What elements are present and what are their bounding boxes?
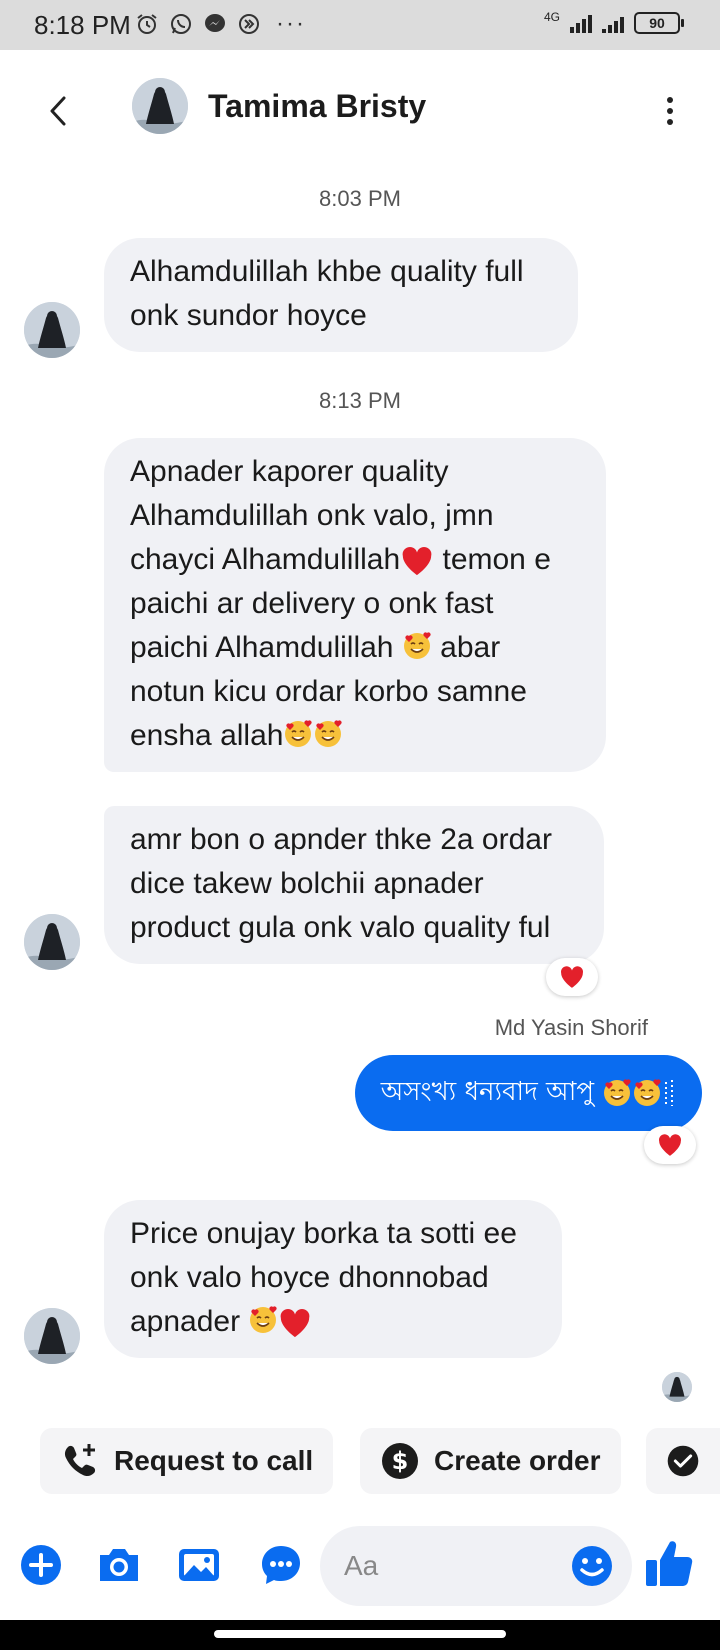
sender-avatar[interactable] <box>24 1308 80 1364</box>
svg-text:$: $ <box>392 1447 409 1475</box>
chevron-left-icon <box>50 96 66 126</box>
smiley-icon <box>572 1546 612 1586</box>
thumbs-up-icon <box>646 1541 693 1586</box>
message-text-part: ensha allah <box>130 719 284 752</box>
message-input[interactable] <box>344 1544 544 1588</box>
signal-icon <box>570 13 592 33</box>
more-notifications-icon: ··· <box>276 10 306 37</box>
system-navigation-bar <box>0 1620 720 1650</box>
message-text: ensha allah <box>130 714 580 758</box>
message-reaction[interactable] <box>644 1126 696 1164</box>
whatsapp-icon <box>168 11 194 37</box>
smiling-face-with-hearts-emoji <box>634 1079 661 1106</box>
message-text: amr bon o apnder thke 2a ordar <box>130 823 552 856</box>
message-text-part: abar <box>431 631 501 664</box>
battery-icon: 90 <box>634 12 684 34</box>
status-bar: 8:18 PM ··· 4G 90 <box>0 0 720 50</box>
message-text-part: chayci Alhamdulillah <box>130 543 401 576</box>
gallery-button[interactable] <box>174 1540 224 1590</box>
message-bubble-incoming[interactable]: Price onujay borka ta sotti ee onk valo … <box>104 1200 562 1358</box>
contact-name[interactable]: Tamima Bristy <box>208 88 426 125</box>
emoji-button[interactable] <box>570 1544 614 1588</box>
message-text: notun kicu ordar korbo samne <box>130 675 527 708</box>
sender-name: Md Yasin Shorif <box>494 1015 648 1040</box>
phone-plus-icon <box>64 1444 96 1477</box>
chat-header: Tamima Bristy <box>0 50 720 170</box>
red-heart-icon <box>659 1134 682 1156</box>
message-text: অসংখ্য ধন্যবাদ আপু <box>380 1077 594 1107</box>
messenger-icon <box>202 11 228 37</box>
smiling-face-with-hearts-emoji <box>604 1079 631 1106</box>
timestamp: 8:03 PM <box>319 186 401 211</box>
seen-receipt-avatar <box>662 1372 692 1402</box>
red-heart-emoji <box>281 1309 310 1338</box>
request-to-call-button[interactable]: Request to call <box>40 1428 334 1494</box>
message-input-wrapper <box>320 1526 632 1606</box>
message-text-part: paichi Alhamdulillah <box>130 631 402 664</box>
status-notification-icons: ··· <box>134 10 306 38</box>
message-text: Price onujay borka ta sotti ee <box>130 1217 517 1250</box>
message-text: product gula onk valo quality ful <box>130 911 551 944</box>
message-text: Apnader kaporer quality <box>130 455 449 488</box>
status-time: 8:18 PM <box>34 10 131 40</box>
chat-extensions-button[interactable] <box>256 1540 306 1590</box>
message-text: paichi ar delivery o onk fast <box>130 587 494 620</box>
message-text: onk sundor hoyce <box>130 299 367 332</box>
sync-icon <box>236 11 262 37</box>
message-text: onk valo hoyce dhonnobad <box>130 1261 489 1294</box>
message-text: chayci Alhamdulillah temon e <box>130 538 580 582</box>
plus-circle-icon <box>21 1545 61 1585</box>
message-bubble-outgoing[interactable]: অসংখ্য ধন্যবাদ আপু <box>354 1055 702 1131</box>
status-system-icons: 4G 90 <box>543 10 684 34</box>
smiling-face-with-hearts-emoji <box>285 720 313 748</box>
message-reaction[interactable] <box>546 958 598 996</box>
smiling-face-with-hearts-emoji <box>315 720 343 748</box>
more-actions-button[interactable] <box>16 1540 66 1590</box>
mark-done-button[interactable] <box>646 1428 720 1494</box>
dollar-icon: $ <box>382 1443 418 1479</box>
red-heart-emoji <box>402 547 432 576</box>
create-order-button[interactable]: $ Create order <box>360 1428 621 1494</box>
home-gesture-handle[interactable] <box>214 1630 506 1638</box>
message-bubble-incoming[interactable]: amr bon o apnder thke 2a ordar dice take… <box>104 806 604 964</box>
message-text: Alhamdulillah onk valo, jmn <box>130 499 494 532</box>
like-button[interactable] <box>642 1536 696 1590</box>
signal-icon-2 <box>602 13 624 33</box>
message-text-part: apnader <box>130 1305 249 1338</box>
chat-bubble-icon <box>262 1546 300 1584</box>
red-heart-icon <box>561 966 584 988</box>
sparkle-icon <box>665 1080 673 1106</box>
check-circle-icon <box>667 1445 699 1477</box>
back-button[interactable] <box>40 86 80 136</box>
message-text: Alhamdulillah khbe quality full <box>130 255 524 288</box>
message-bubble-incoming[interactable]: Apnader kaporer quality Alhamdulillah on… <box>104 438 606 772</box>
alarm-icon <box>134 11 160 37</box>
message-composer <box>0 1512 720 1616</box>
smiling-face-with-hearts-emoji <box>250 1306 278 1334</box>
message-text: dice takew bolchii apnader <box>130 867 484 900</box>
camera-button[interactable] <box>94 1540 144 1590</box>
sender-avatar[interactable] <box>24 302 80 358</box>
message-text: apnader <box>130 1300 536 1344</box>
smiling-face-with-hearts-emoji <box>403 632 431 660</box>
sender-avatar[interactable] <box>24 914 80 970</box>
timestamp: 8:13 PM <box>319 388 401 413</box>
message-text: paichi Alhamdulillah abar <box>130 626 580 670</box>
chip-label: Request to call <box>114 1445 314 1476</box>
more-options-button[interactable] <box>656 86 684 136</box>
contact-avatar[interactable] <box>132 78 188 134</box>
camera-icon <box>100 1549 138 1581</box>
network-type: 4G <box>543 10 560 24</box>
message-text-part: temon e <box>434 543 551 576</box>
message-bubble-incoming[interactable]: Alhamdulillah khbe quality full onk sund… <box>104 238 578 352</box>
chip-label: Create order <box>434 1445 601 1476</box>
image-icon <box>179 1549 219 1581</box>
